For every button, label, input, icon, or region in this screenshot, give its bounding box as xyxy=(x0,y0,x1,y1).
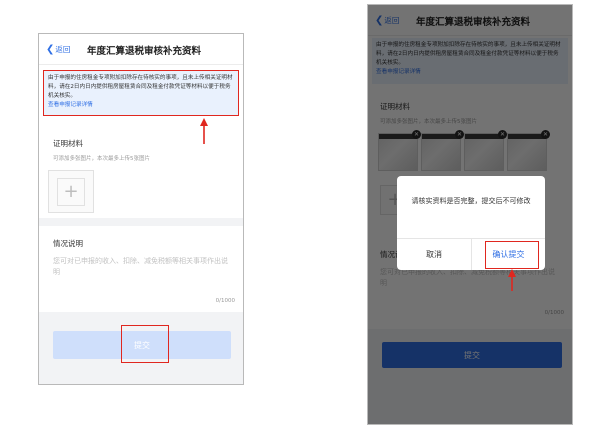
proof-section-title: 证明材料 xyxy=(53,139,83,148)
situation-textarea[interactable]: 您可对已申报的收入、扣除、减免税额等相关事项作出说明 xyxy=(53,256,231,278)
notice-text: 由于申报的住房租金专项附加扣除存在待核实的事项，且未上传相关证明材料，请在2日内… xyxy=(48,75,233,99)
situation-section-title: 情况说明 xyxy=(53,239,83,248)
dialog-message: 请核实资料是否完整，提交后不可修改 xyxy=(411,197,531,205)
phone-screen-form: ❮ 返回 年度汇算退税审核补充资料 由于申报的住房租金专项附加扣除存在待核实的事… xyxy=(38,33,244,385)
plus-icon: + xyxy=(63,180,79,202)
declaration-record-link[interactable]: 查看申报记录详情 xyxy=(48,102,93,108)
chevron-left-icon: ❮ xyxy=(46,43,55,55)
page-title: 年度汇算退税审核补充资料 xyxy=(87,46,202,57)
nav-header: ❮ 返回 年度汇算退税审核补充资料 xyxy=(39,34,243,65)
phone-screen-confirm-dialog: ❮ 返回 年度汇算退税审核补充资料 由于申报的住房租金专项附加扣除存在待核实的事… xyxy=(367,4,573,425)
back-label: 返回 xyxy=(55,45,71,54)
char-counter: 0/1000 xyxy=(215,298,235,304)
back-button[interactable]: ❮ 返回 xyxy=(46,44,70,55)
submit-highlight-box xyxy=(121,325,169,363)
section-divider xyxy=(39,218,243,226)
cancel-button[interactable]: 取消 xyxy=(397,239,471,270)
add-photo-button[interactable]: + xyxy=(48,170,94,213)
arrow-up-icon xyxy=(200,118,208,144)
proof-section-hint: 可添加多张图片，本次最多上传5张图片 xyxy=(53,156,151,162)
confirm-highlight-box xyxy=(485,241,539,269)
notice-panel: 由于申报的住房租金专项附加扣除存在待核实的事项，且未上传相关证明材料，请在2日内… xyxy=(43,70,239,116)
add-photo-tile: + xyxy=(57,177,85,206)
arrow-up-icon xyxy=(508,269,516,291)
